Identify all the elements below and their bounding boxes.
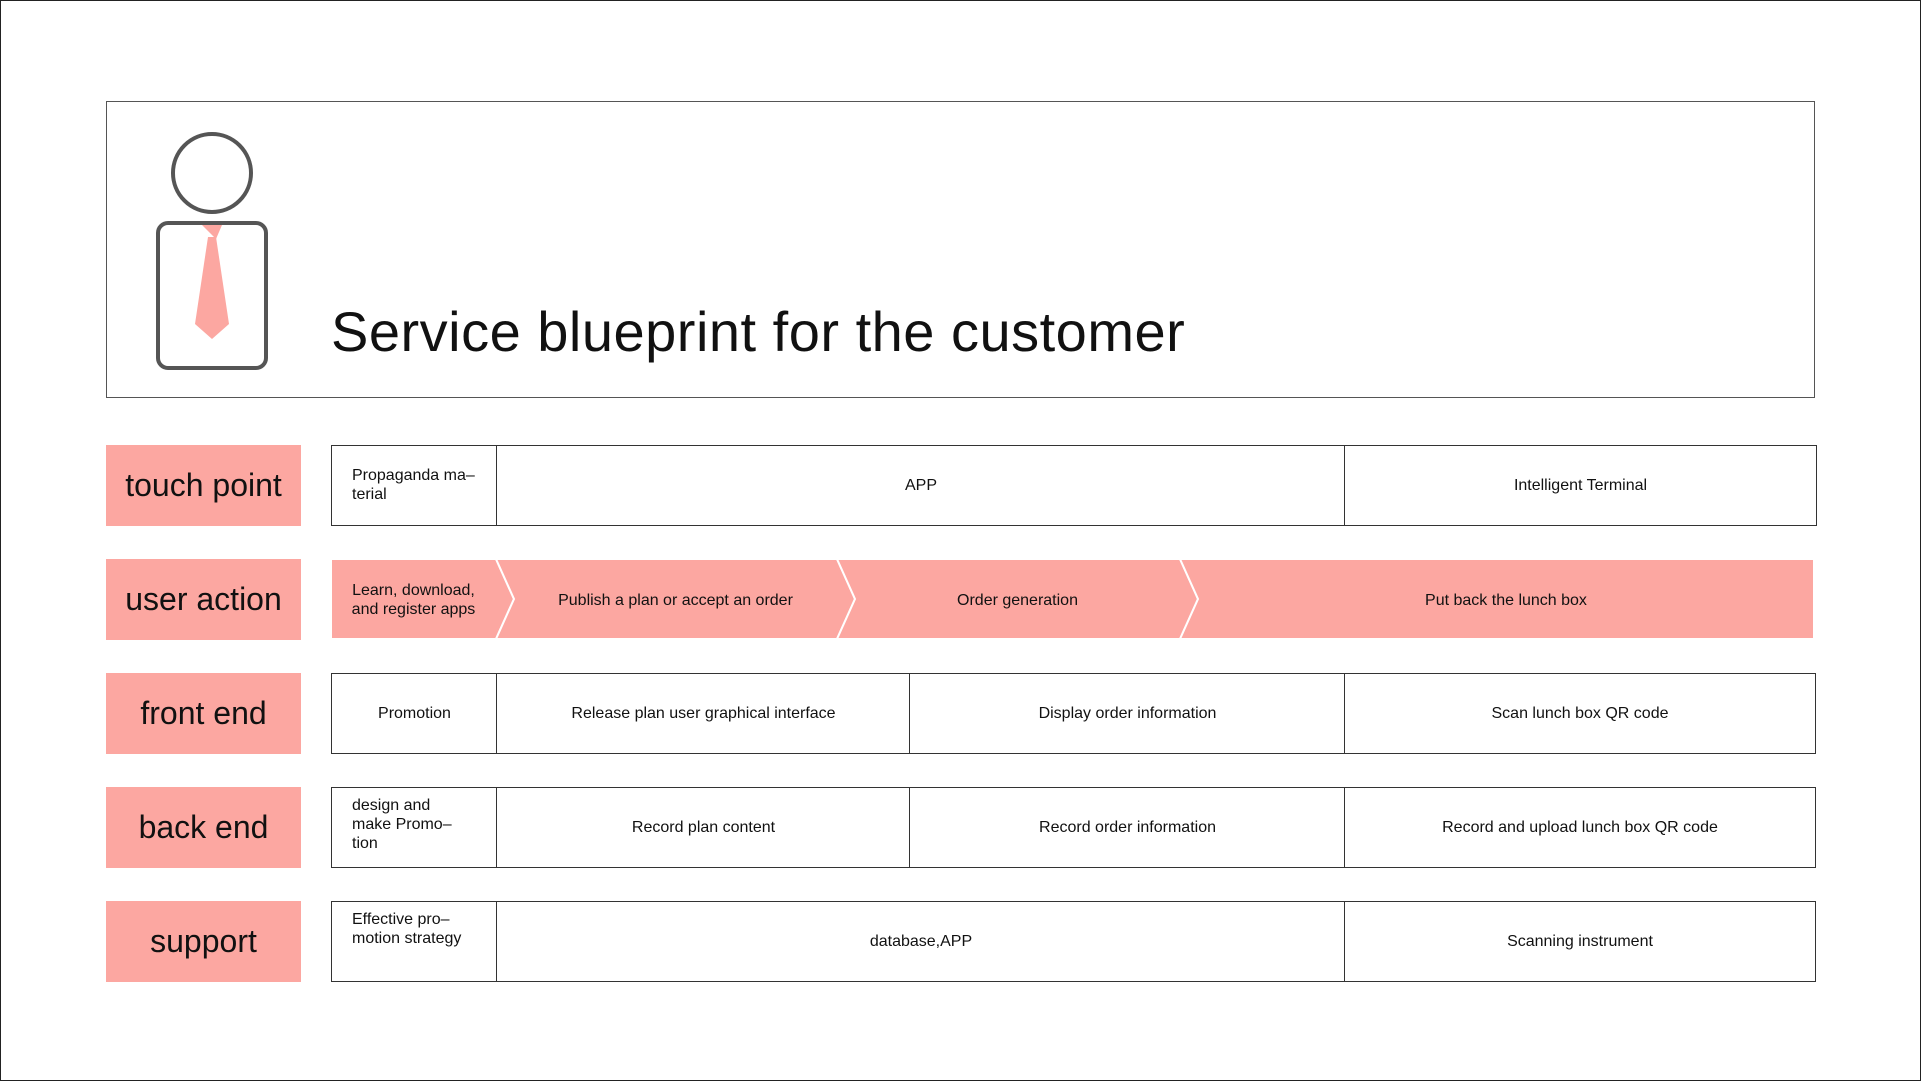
user-action-step-label: Learn, download, and register apps [351,582,476,618]
front-end-cell: Release plan user graphical interface [496,673,911,754]
user-action-flow: Learn, download, and register apps Publis… [331,559,1816,641]
touch-point-cell: APP [496,445,1346,526]
front-end-cell: Promotion [331,673,498,754]
back-end-cell: Record and upload lunch box QR code [1344,787,1816,868]
support-cell: Effective pro– motion strategy [331,901,498,982]
page-title: Service blueprint for the customer [331,300,1186,363]
touch-point-cell: Propaganda ma– terial [331,445,498,526]
back-end-cell: Record order information [909,787,1346,868]
back-end-cell: design and make Promo– tion [331,787,498,868]
back-end-cell: Record plan content [496,787,911,868]
user-action-step-label: Put back the lunch box [1425,591,1587,609]
support-cell: Scanning instrument [1344,901,1816,982]
row-label-support: support [106,901,301,982]
row-label-back-end: back end [106,787,301,868]
row-label-front-end: front end [106,673,301,754]
front-end-cell: Display order information [909,673,1346,754]
user-action-step-label: Order generation [957,591,1078,609]
front-end-cell: Scan lunch box QR code [1344,673,1816,754]
row-label-touch-point: touch point [106,445,301,526]
row-label-user-action: user action [106,559,301,640]
blueprint-canvas: Service blueprint for the customer touch… [0,0,1921,1081]
support-cell: database,APP [496,901,1346,982]
user-action-step-label: Publish a plan or accept an order [558,591,793,609]
person-with-tie-icon [156,132,268,370]
touch-point-cell: Intelligent Terminal [1344,445,1817,526]
